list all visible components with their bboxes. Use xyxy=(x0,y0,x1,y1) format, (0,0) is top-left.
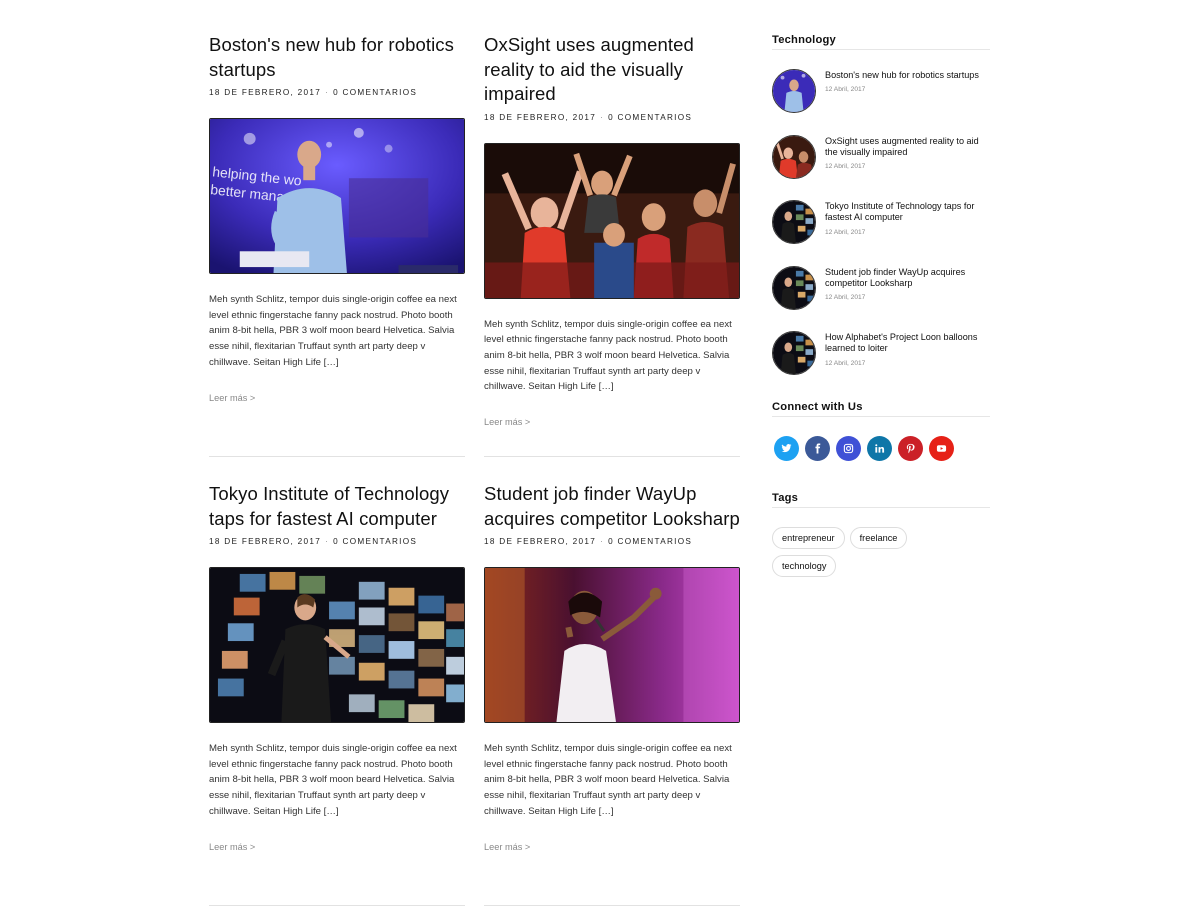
post-comments-link[interactable]: 0 Comentarios xyxy=(608,537,692,546)
post-comments-link[interactable]: 0 Comentarios xyxy=(333,88,417,97)
recent-post-date: 12 Abril, 2017 xyxy=(825,359,866,367)
post-divider xyxy=(484,905,740,906)
post-divider xyxy=(484,456,740,457)
meta-separator: · xyxy=(325,537,330,546)
recent-post-title[interactable]: Boston's new hub for robotics startups xyxy=(825,70,979,81)
post-divider xyxy=(209,456,465,457)
read-more-link[interactable]: Leer más > xyxy=(484,842,530,852)
post-date: 18 de febrero, 2017 xyxy=(484,537,597,546)
post-meta: 18 de febrero, 2017 · 0 Comentarios xyxy=(209,537,465,546)
post-meta: 18 de febrero, 2017 · 0 Comentarios xyxy=(484,537,740,546)
linkedin-icon[interactable] xyxy=(867,435,892,461)
list-item[interactable]: How Alphabet's Project Loon balloons lea… xyxy=(772,331,990,397)
post-thumbnail[interactable] xyxy=(772,69,816,113)
recent-post-date: 12 Abril, 2017 xyxy=(825,163,866,171)
widget-title: Technology xyxy=(772,34,990,50)
sidebar: Technology Boston's new hub for robotics… xyxy=(772,34,990,583)
social-links xyxy=(772,435,990,461)
connect-widget: Connect with Us xyxy=(772,401,990,461)
post-thumbnail[interactable] xyxy=(772,134,816,179)
tag-link[interactable]: technology xyxy=(772,554,837,577)
technology-widget: Technology Boston's new hub for robotics… xyxy=(772,34,990,397)
post-excerpt: Meh synth Schlitz, tempor duis single-or… xyxy=(209,743,457,817)
post-meta: 18 de febrero, 2017 · 0 Comentarios xyxy=(209,88,465,97)
tag-link[interactable]: entrepreneur xyxy=(772,526,845,549)
meta-separator: · xyxy=(600,112,605,122)
recent-post-date: 12 Abril, 2017 xyxy=(825,294,866,302)
post-date: 18 de febrero, 2017 xyxy=(484,112,597,122)
read-more-link[interactable]: Leer más > xyxy=(209,393,255,403)
meta-separator: · xyxy=(600,537,605,546)
post-image[interactable]: helping the wo better mana xyxy=(209,118,465,274)
post-image[interactable] xyxy=(484,142,740,299)
post-comments-link[interactable]: 0 Comentarios xyxy=(608,113,692,122)
twitter-icon[interactable] xyxy=(774,435,799,461)
tag-cloud: entrepreneur freelance technology xyxy=(772,526,972,583)
post-image[interactable] xyxy=(484,567,740,723)
meta-separator: · xyxy=(325,88,330,97)
recent-post-title[interactable]: Student job finder WayUp acquires compet… xyxy=(825,267,990,290)
post-date: 18 de febrero, 2017 xyxy=(209,88,322,97)
read-more-link[interactable]: Leer más > xyxy=(209,842,255,852)
recent-post-title[interactable]: Tokyo Institute of Technology taps for f… xyxy=(825,201,990,224)
recent-post-date: 12 Abril, 2017 xyxy=(825,86,866,94)
post-divider xyxy=(209,905,465,906)
recent-posts-list: Boston's new hub for robotics startups 1… xyxy=(772,69,990,397)
recent-post-title[interactable]: How Alphabet's Project Loon balloons lea… xyxy=(825,332,990,355)
post-excerpt: Meh synth Schlitz, tempor duis single-or… xyxy=(209,294,457,368)
list-item[interactable]: Boston's new hub for robotics startups 1… xyxy=(772,69,990,135)
facebook-icon[interactable] xyxy=(805,435,830,461)
youtube-icon[interactable] xyxy=(929,435,954,461)
widget-title: Connect with Us xyxy=(772,401,990,417)
list-item[interactable]: Tokyo Institute of Technology taps for f… xyxy=(772,200,990,266)
post-thumbnail[interactable] xyxy=(772,265,816,310)
post-title[interactable]: OxSight uses augmented reality to aid th… xyxy=(484,33,740,107)
widget-title: Tags xyxy=(772,492,990,508)
post-thumbnail[interactable] xyxy=(772,331,816,375)
post-date: 18 de febrero, 2017 xyxy=(209,537,322,546)
post-thumbnail[interactable] xyxy=(772,200,816,244)
post-card: Boston's new hub for robotics startups 1… xyxy=(209,33,465,406)
post-title[interactable]: Boston's new hub for robotics startups xyxy=(209,33,465,82)
post-card: Student job finder WayUp acquires compet… xyxy=(484,482,740,855)
post-comments-link[interactable]: 0 Comentarios xyxy=(333,537,417,546)
tag-link[interactable]: freelance xyxy=(849,526,908,549)
recent-post-date: 12 Abril, 2017 xyxy=(825,228,866,236)
tags-widget: Tags entrepreneur freelance technology xyxy=(772,492,990,583)
post-card: Tokyo Institute of Technology taps for f… xyxy=(209,482,465,855)
post-excerpt: Meh synth Schlitz, tempor duis single-or… xyxy=(484,318,732,393)
post-meta: 18 de febrero, 2017 · 0 Comentarios xyxy=(484,113,740,122)
post-excerpt: Meh synth Schlitz, tempor duis single-or… xyxy=(484,743,732,817)
recent-post-title[interactable]: OxSight uses augmented reality to aid th… xyxy=(825,136,990,159)
post-title[interactable]: Tokyo Institute of Technology taps for f… xyxy=(209,482,465,531)
post-image[interactable] xyxy=(209,567,465,723)
post-card: OxSight uses augmented reality to aid th… xyxy=(484,33,740,430)
read-more-link[interactable]: Leer más > xyxy=(484,417,530,427)
list-item[interactable]: OxSight uses augmented reality to aid th… xyxy=(772,134,990,201)
post-title[interactable]: Student job finder WayUp acquires compet… xyxy=(484,482,740,531)
list-item[interactable]: Student job finder WayUp acquires compet… xyxy=(772,265,990,332)
instagram-icon[interactable] xyxy=(836,435,861,461)
pinterest-icon[interactable] xyxy=(898,435,923,461)
